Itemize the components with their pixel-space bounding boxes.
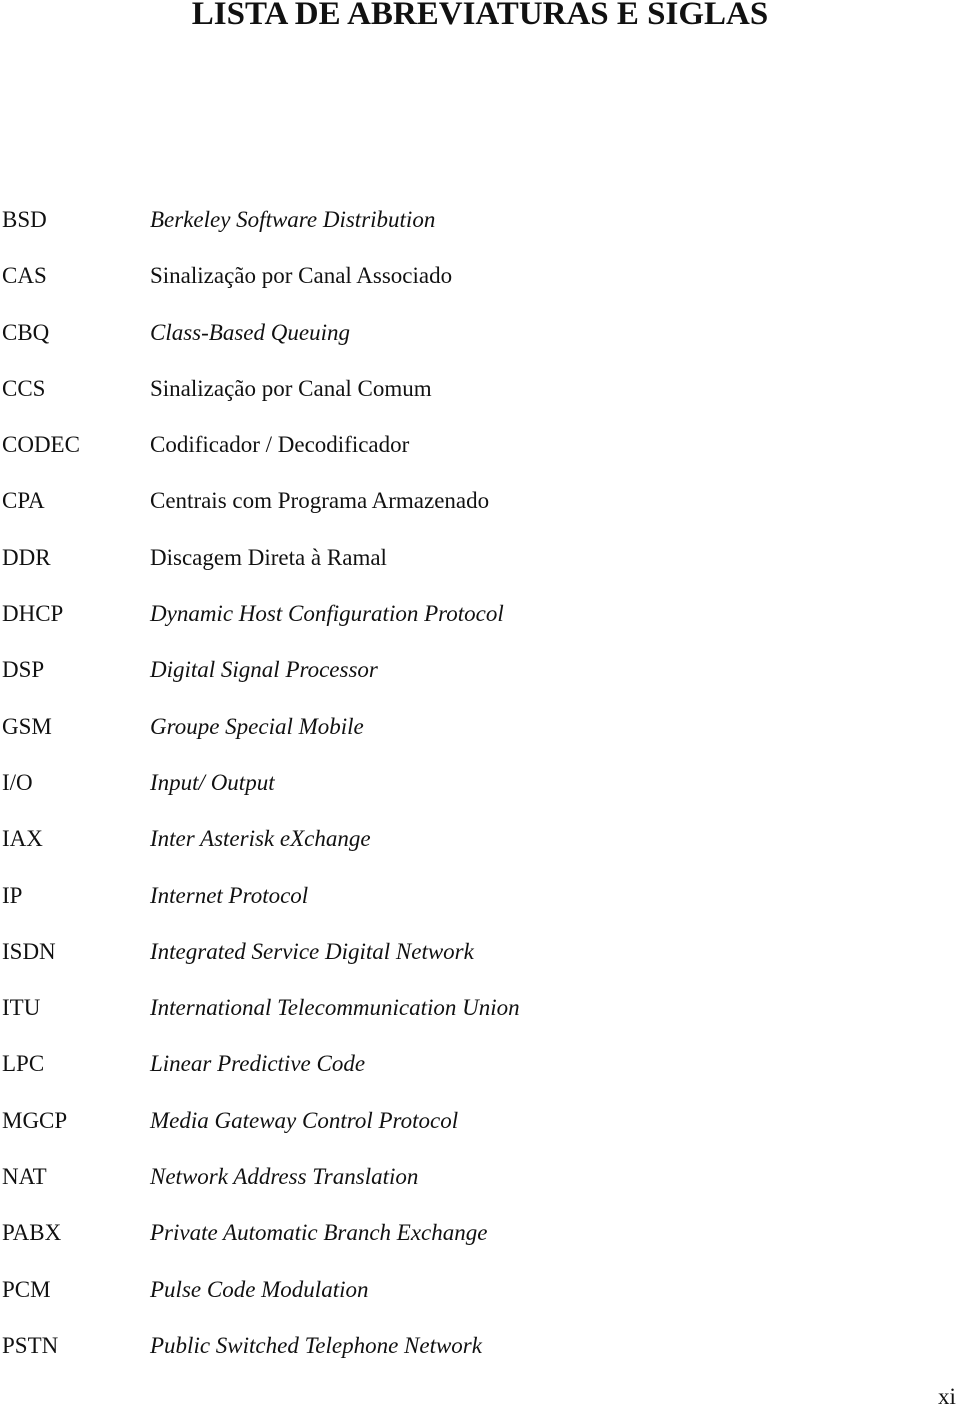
abbreviation-entry: BSD Berkeley Software Distribution [2, 203, 520, 259]
definition: Class-Based Queuing [150, 319, 350, 345]
abbreviation: DSP [2, 657, 45, 683]
definition: Centrais com Programa Armazenado [150, 488, 490, 514]
abbreviation-entry: MGCP Media Gateway Control Protocol [2, 1104, 520, 1160]
abbreviation: MGCP [2, 1107, 68, 1133]
page-number: xi [938, 1384, 956, 1409]
definition: Public Switched Telephone Network [150, 1332, 482, 1358]
abbreviation: DHCP [2, 601, 64, 627]
abbreviation: PSTN [2, 1332, 59, 1358]
abbreviation-entry: CODEC Codificador / Decodificador [2, 428, 520, 484]
abbreviation-list: BSD Berkeley Software Distribution CAS Sina… [2, 203, 520, 1385]
abbreviation: PCM [2, 1276, 51, 1302]
abbreviation-entry: NAT Network Address Translation [2, 1160, 520, 1216]
definition: Groupe Special Mobile [150, 713, 364, 739]
abbreviation-entry: IP Internet Protocol [2, 879, 520, 935]
abbreviation: I/O [2, 769, 33, 795]
definition: Network Address Translation [150, 1164, 419, 1190]
abbreviation-entry: IAX Inter Asterisk eXchange [2, 822, 520, 878]
definition: Codificador / Decodificador [150, 432, 410, 458]
definition: Input/ Output [150, 769, 275, 795]
abbreviation-entry: GSM Groupe Special Mobile [2, 710, 520, 766]
abbreviation: IP [2, 882, 23, 908]
abbreviation: CAS [2, 263, 47, 289]
abbreviation: PABX [2, 1220, 62, 1246]
abbreviation-entry: CAS Sinalização por Canal Associado [2, 259, 520, 315]
abbreviation: LPC [2, 1051, 45, 1077]
abbreviation-entry: PCM Pulse Code Modulation [2, 1273, 520, 1329]
abbreviation-entry: I/O Input/ Output [2, 766, 520, 822]
abbreviation-entry: PSTN Public Switched Telephone Network [2, 1329, 520, 1385]
abbreviation: CODEC [2, 432, 80, 458]
abbreviation: GSM [2, 713, 52, 739]
abbreviation: ISDN [2, 938, 56, 964]
abbreviation-entry: ITU International Telecommunication Union [2, 991, 520, 1047]
definition: Media Gateway Control Protocol [150, 1107, 459, 1133]
abbreviation: ITU [2, 995, 41, 1021]
definition: Sinalização por Canal Associado [150, 263, 453, 289]
definition: International Telecommunication Union [150, 995, 520, 1021]
abbreviation: IAX [2, 826, 43, 852]
definition: Berkeley Software Distribution [150, 207, 436, 232]
page-title: LISTA DE ABREVIATURAS E SIGLAS [191, 0, 769, 32]
definition: Linear Predictive Code [150, 1051, 366, 1077]
definition: Digital Signal Processor [150, 657, 378, 683]
abbreviation: NAT [2, 1164, 47, 1190]
abbreviation: CBQ [2, 319, 50, 345]
abbreviation-entry: PABX Private Automatic Branch Exchange [2, 1216, 520, 1272]
definition: Pulse Code Modulation [150, 1276, 369, 1302]
definition: Discagem Direta à Ramal [150, 544, 387, 570]
abbreviation-entry: ISDN Integrated Service Digital Network [2, 935, 520, 991]
abbreviation-entry: CCS Sinalização por Canal Comum [2, 372, 520, 428]
abbreviation: CPA [2, 488, 45, 514]
abbreviation: DDR [2, 544, 51, 570]
abbreviation-entry: DHCP Dynamic Host Configuration Protocol [2, 597, 520, 653]
abbreviation-entry: CBQ Class-Based Queuing [2, 316, 520, 372]
abbreviation-entry: CPA Centrais com Programa Armazenado [2, 484, 520, 540]
definition: Dynamic Host Configuration Protocol [150, 601, 504, 627]
abbreviation-entry: DSP Digital Signal Processor [2, 653, 520, 709]
abbreviation: CCS [2, 375, 46, 401]
abbreviation-entry: LPC Linear Predictive Code [2, 1047, 520, 1103]
definition: Internet Protocol [150, 882, 309, 908]
abbreviation: BSD [2, 207, 47, 232]
definition: Inter Asterisk eXchange [150, 826, 371, 852]
definition: Private Automatic Branch Exchange [150, 1220, 488, 1246]
definition: Integrated Service Digital Network [150, 938, 474, 964]
abbreviation-entry: DDR Discagem Direta à Ramal [2, 541, 520, 597]
definition: Sinalização por Canal Comum [150, 375, 432, 401]
